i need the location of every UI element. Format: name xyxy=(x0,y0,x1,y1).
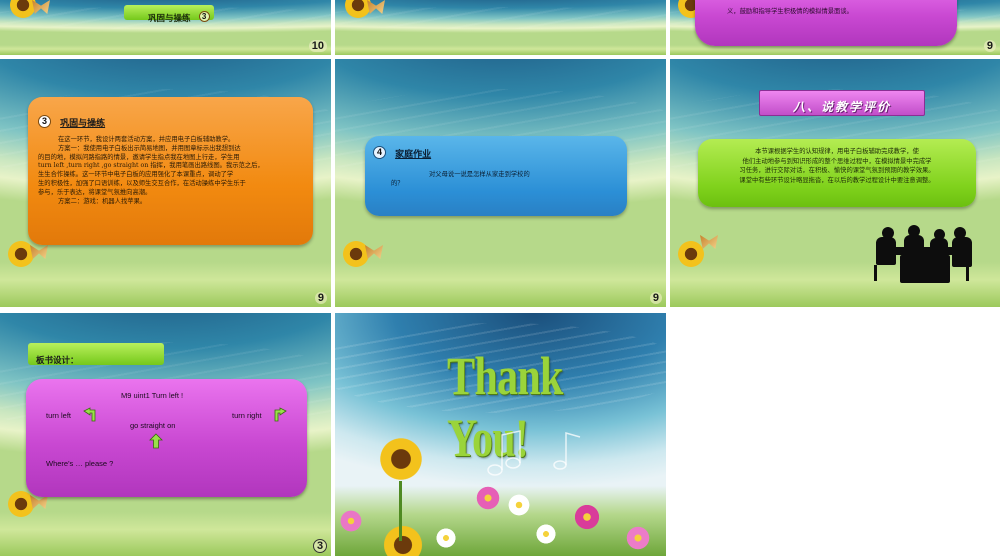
butterfly-icon xyxy=(367,0,385,14)
grass-background xyxy=(0,45,331,55)
turn-right-label: turn right xyxy=(232,411,262,420)
butterfly-icon xyxy=(365,245,383,259)
sunflower-icon xyxy=(373,431,429,487)
slide-thumbnail-4[interactable]: 3 巩固与操练 在这一环节，我设计两套活动方案，并应用电子白板辅助教学。 方案一：… xyxy=(0,59,331,307)
page-number: 10 xyxy=(308,40,327,52)
content-paragraph: 在这一环节，我设计两套活动方案，并应用电子白板辅助教学。 方案一：我使用电子白板出… xyxy=(38,136,303,206)
cosmos-flower xyxy=(339,509,363,533)
content-line: 习任务，进行交际对话，在积极、愉快的课堂气氛到预期的教学效果。 xyxy=(739,167,935,175)
cosmos-flower xyxy=(435,527,457,549)
butterfly-icon xyxy=(30,495,48,509)
go-straight-label: go straight on xyxy=(130,421,176,430)
content-heading: 巩固与操练 xyxy=(60,119,106,129)
content-line: 对父母说一说是怎样从家走到学校的 xyxy=(429,171,530,178)
content-box: 3 巩固与操练 在这一环节，我设计两套活动方案，并应用电子白板辅助教学。 方案一：… xyxy=(28,97,313,245)
content-heading-row: 4 家庭作业 xyxy=(373,142,617,161)
section-tag: 巩固与操练 3 xyxy=(124,5,214,24)
content-box: 4 家庭作业 对父母说一说是怎样从家走到学校的 的？ xyxy=(365,136,627,216)
content-line: 他们主动地参与到知识形成的整个思维过程中，在模拟情景中完成学 xyxy=(742,157,932,165)
content-line: 方案一：我使用电子白板出示简易地图，并用图章标示出我想到达 xyxy=(58,144,241,152)
content-line: 生的积极性，加强了口语训练，以及师生交互合作，在活动操练中学生乐于 xyxy=(38,179,246,187)
turn-left-arrow-icon xyxy=(83,407,96,422)
grass-background xyxy=(0,512,331,556)
page-number: 9 xyxy=(983,40,996,52)
cosmos-flower xyxy=(573,503,601,531)
grass-background xyxy=(335,45,666,55)
content-paragraph: 本节课根据学生的认知规律，用电子白板辅助完成教学，使他们主动地参与到知识形成的整… xyxy=(706,147,968,185)
step-number-badge: 3 xyxy=(38,115,51,128)
board-title: M9 uint1 Turn left ! xyxy=(121,391,184,400)
cosmos-flower xyxy=(475,485,501,511)
slide-thumbnail-3[interactable]: 义，鼓励和指导学生积极情的模拟情景面谈。 9 xyxy=(670,0,1000,55)
slide-thumbnail-6[interactable]: 八、说教学评价 本节课根据学生的认知规律，用电子白板辅助完成教学，使他们主动地参… xyxy=(670,59,1000,307)
content-heading-row: 3 巩固与操练 xyxy=(38,111,303,130)
content-line: 本节课根据学生的认知规律，用电子白板辅助完成教学，使 xyxy=(755,148,919,155)
section-tag-label: 板书设计： xyxy=(36,356,79,366)
cosmos-flower xyxy=(625,525,651,551)
content-box: 义，鼓励和指导学生积极情的模拟情景面谈。 xyxy=(695,0,957,46)
content-line: 方案二：游戏：机器人找苹果。 xyxy=(58,197,147,205)
sunflower-stem xyxy=(399,481,402,541)
slide-thumbnail-5[interactable]: 4 家庭作业 对父母说一说是怎样从家走到学校的 的？ 9 xyxy=(335,59,666,307)
page-number: 9 xyxy=(314,292,327,304)
section-tag-label: 巩固与操练 xyxy=(148,14,191,24)
turn-left-label: turn left xyxy=(46,411,72,420)
meeting-silhouette-image xyxy=(870,225,974,285)
slide-thumbnail-7[interactable]: 板书设计： M9 uint1 Turn left ! turn left go … xyxy=(0,313,331,556)
slide-thumbnail-8[interactable]: Thank You! xyxy=(335,313,666,556)
music-notes-decoration xyxy=(487,430,581,476)
content-line: turn left ,turn right ,go straight on 指挥… xyxy=(38,162,264,170)
butterfly-icon xyxy=(32,0,50,14)
cosmos-flower xyxy=(535,523,557,545)
content-line: 参与，乐于表达，将课堂气氛推向高潮。 xyxy=(38,188,152,196)
blackboard-design-box: M9 uint1 Turn left ! turn left go straig… xyxy=(26,379,307,497)
content-text: 义，鼓励和指导学生积极情的模拟情景面谈。 xyxy=(727,8,853,15)
content-heading: 家庭作业 xyxy=(395,150,432,160)
cosmos-flower xyxy=(507,493,531,517)
content-line: 的？ xyxy=(391,179,404,187)
grass-background xyxy=(0,262,331,307)
slide-thumbnail-1[interactable]: 巩固与操练 3 10 xyxy=(0,0,331,55)
content-box: 本节课根据学生的认知规律，用电子白板辅助完成教学，使他们主动地参与到知识形成的整… xyxy=(698,139,976,207)
go-straight-arrow-icon xyxy=(149,433,163,449)
page-number: 3 xyxy=(313,539,327,553)
content-line: 在这一环节，我设计两套活动方案，并应用电子白板辅助教学。 xyxy=(58,136,235,143)
step-number-badge: 4 xyxy=(373,146,386,159)
sunflower-icon xyxy=(337,235,375,273)
sunflower-icon xyxy=(2,235,40,273)
section-tag: 八、说教学评价 xyxy=(759,90,925,116)
butterfly-icon xyxy=(700,235,718,249)
content-paragraph: 对父母说一说是怎样从家走到学校的 的？ xyxy=(373,171,617,189)
sunflower-icon xyxy=(672,235,710,273)
grass-background xyxy=(670,45,1000,55)
page-number: 9 xyxy=(649,292,662,304)
section-tag: 板书设计： xyxy=(28,343,164,366)
where-question: Where's … please ? xyxy=(46,459,114,468)
section-number-badge: 3 xyxy=(198,11,210,22)
section-tag-label: 八、说教学评价 xyxy=(792,100,891,114)
grass-background xyxy=(335,262,666,307)
butterfly-icon xyxy=(30,245,48,259)
content-line: 生生合作操练。这一环节中电子白板的应用强化了本课重点，调动了学 xyxy=(38,171,234,179)
turn-right-arrow-icon xyxy=(274,407,287,422)
content-line: 课堂中有些环节设计略显拖沓，在以后的教学过程设计中要注意调整。 xyxy=(739,176,935,184)
slide-thumbnail-2[interactable] xyxy=(335,0,666,55)
